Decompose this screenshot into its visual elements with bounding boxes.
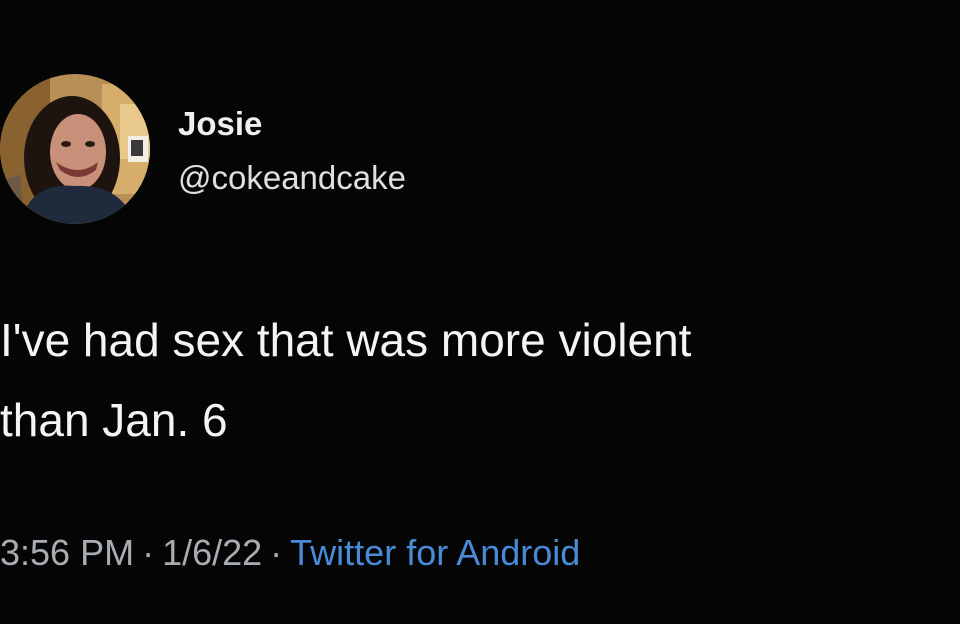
tweet-time[interactable]: 3:56 PM (0, 532, 134, 573)
tweet-date[interactable]: 1/6/22 (162, 532, 262, 573)
author-handle[interactable]: @cokeandcake (178, 158, 406, 198)
tweet-meta: 3:56 PM · 1/6/22 · Twitter for Android (0, 528, 580, 578)
profile-avatar[interactable] (0, 74, 150, 224)
tweet-text: I've had sex that was more violent than … (0, 300, 955, 460)
tweet-text-line-1: I've had sex that was more violent (0, 314, 692, 366)
author-display-name[interactable]: Josie (178, 104, 262, 144)
meta-separator: · (142, 532, 155, 573)
tweet-source-link[interactable]: Twitter for Android (290, 532, 580, 573)
tweet-card: Josie @cokeandcake I've had sex that was… (0, 0, 960, 624)
tweet-text-line-2: than Jan. 6 (0, 394, 228, 446)
avatar-photo-icon (0, 74, 150, 224)
meta-separator: · (270, 532, 283, 573)
